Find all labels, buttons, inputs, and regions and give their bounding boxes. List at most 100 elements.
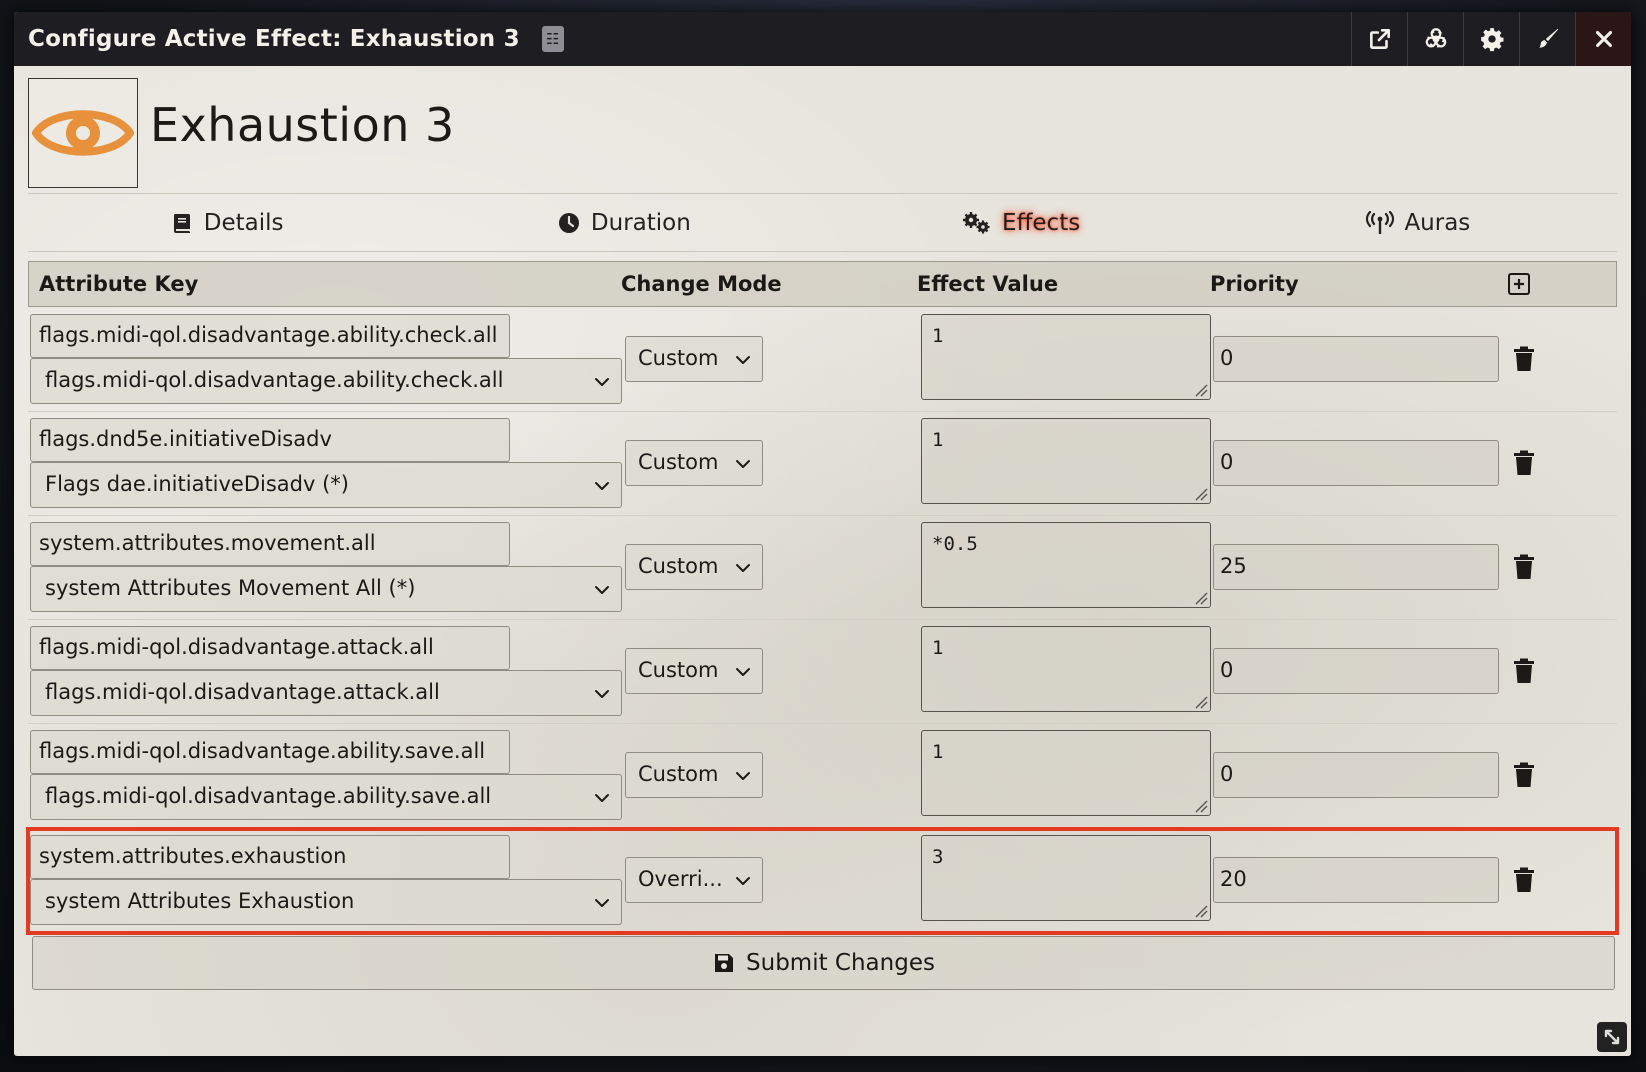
change-mode-select[interactable]: Custom	[625, 440, 763, 486]
change-mode-value: Custom	[638, 554, 719, 578]
chevron-down-icon	[595, 690, 609, 698]
attribute-key-select[interactable]: flags.midi-qol.disadvantage.attack.all	[30, 670, 622, 716]
table-row: system.attributes.exhaustion system Attri…	[26, 827, 1619, 935]
effect-name[interactable]: Exhaustion 3	[150, 98, 455, 152]
priority-input[interactable]: 25	[1213, 544, 1499, 590]
eye-icon[interactable]	[28, 78, 138, 188]
chevron-down-icon	[595, 899, 609, 907]
close-icon[interactable]	[1575, 12, 1631, 66]
attribute-key-select-value: flags.midi-qol.disadvantage.attack.all	[45, 680, 440, 704]
changes-table-header: Attribute Key Change Mode Effect Value P…	[28, 261, 1617, 307]
change-mode-select[interactable]: Overri...	[625, 857, 763, 903]
biohazard-icon[interactable]	[1407, 12, 1463, 66]
priority-input[interactable]: 0	[1213, 648, 1499, 694]
textarea-resize-icon[interactable]	[1194, 695, 1208, 709]
attribute-key-input[interactable]: flags.midi-qol.disadvantage.attack.all	[30, 626, 510, 670]
effect-value-textarea[interactable]: *0.5	[921, 522, 1211, 608]
attribute-key-select[interactable]: flags.midi-qol.disadvantage.ability.chec…	[30, 358, 622, 404]
window-titlebar[interactable]: Configure Active Effect: Exhaustion 3 ☷	[14, 12, 1631, 66]
header-priority: Priority	[1210, 272, 1299, 296]
priority-input[interactable]: 0	[1213, 752, 1499, 798]
submit-label: Submit Changes	[746, 950, 935, 976]
attribute-key-select-value: system Attributes Movement All (*)	[45, 576, 416, 600]
effect-value-textarea[interactable]: 1	[921, 314, 1211, 400]
attribute-key-select[interactable]: Flags dae.initiativeDisadv (*)	[30, 462, 622, 508]
attribute-key-input[interactable]: system.attributes.movement.all	[30, 522, 510, 566]
attribute-key-select[interactable]: system Attributes Exhaustion	[30, 879, 622, 925]
table-row: system.attributes.movement.all system Att…	[28, 516, 1617, 620]
header-change-mode: Change Mode	[621, 272, 782, 296]
effect-value-textarea[interactable]: 1	[921, 418, 1211, 504]
tab-details[interactable]: Details	[28, 194, 425, 251]
attribute-key-input[interactable]: flags.midi-qol.disadvantage.ability.chec…	[30, 314, 510, 358]
tab-auras[interactable]: Auras	[1220, 194, 1617, 251]
change-mode-select[interactable]: Custom	[625, 752, 763, 798]
document-id-icon[interactable]: ☷	[541, 26, 564, 52]
tab-label: Auras	[1404, 209, 1471, 236]
tab-label: Duration	[590, 209, 691, 236]
trash-icon[interactable]	[1512, 346, 1536, 372]
change-mode-value: Custom	[638, 346, 719, 370]
priority-input[interactable]: 0	[1213, 336, 1499, 382]
effect-value-textarea[interactable]: 1	[921, 730, 1211, 816]
clock-icon	[558, 212, 579, 233]
change-mode-value: Custom	[638, 762, 719, 786]
attribute-key-select-value: flags.midi-qol.disadvantage.ability.chec…	[45, 368, 504, 392]
active-effect-config-window: Configure Active Effect: Exhaustion 3 ☷	[14, 12, 1631, 1056]
external-link-icon[interactable]	[1351, 12, 1407, 66]
change-mode-value: Custom	[638, 658, 719, 682]
attribute-key-input[interactable]: flags.dnd5e.initiativeDisadv	[30, 418, 510, 462]
change-mode-select[interactable]: Custom	[625, 336, 763, 382]
trash-icon[interactable]	[1512, 867, 1536, 893]
window-title: Configure Active Effect: Exhaustion 3	[28, 26, 520, 52]
effect-header: Exhaustion 3	[28, 78, 1617, 194]
change-mode-value: Overri...	[638, 867, 723, 891]
table-row: flags.dnd5e.initiativeDisadv Flags dae.in…	[28, 412, 1617, 516]
attribute-key-select-value: Flags dae.initiativeDisadv (*)	[45, 472, 349, 496]
header-attribute-key: Attribute Key	[39, 272, 199, 296]
textarea-resize-icon[interactable]	[1194, 904, 1208, 918]
book-icon	[173, 213, 190, 233]
textarea-resize-icon[interactable]	[1194, 487, 1208, 501]
tab-duration[interactable]: Duration	[425, 194, 822, 251]
textarea-resize-icon[interactable]	[1194, 799, 1208, 813]
attribute-key-select-value: flags.midi-qol.disadvantage.ability.save…	[45, 784, 492, 808]
tab-effects[interactable]: Effects	[823, 194, 1220, 251]
chevron-down-icon	[595, 586, 609, 594]
trash-icon[interactable]	[1512, 450, 1536, 476]
textarea-resize-icon[interactable]	[1194, 383, 1208, 397]
attribute-key-select-value: system Attributes Exhaustion	[45, 889, 355, 913]
effect-value-textarea[interactable]: 3	[921, 835, 1211, 921]
table-row: flags.midi-qol.disadvantage.ability.save…	[28, 724, 1617, 828]
attribute-key-select[interactable]: flags.midi-qol.disadvantage.ability.save…	[30, 774, 622, 820]
attribute-key-input[interactable]: system.attributes.exhaustion	[30, 835, 510, 879]
cogs-icon	[963, 211, 990, 233]
effect-value-textarea[interactable]: 1	[921, 626, 1211, 712]
attribute-key-input[interactable]: flags.midi-qol.disadvantage.ability.save…	[30, 730, 510, 774]
trash-icon[interactable]	[1512, 658, 1536, 684]
add-change-icon[interactable]	[1507, 272, 1531, 296]
window-resize-handle[interactable]	[1597, 1022, 1627, 1052]
priority-input[interactable]: 0	[1213, 440, 1499, 486]
submit-changes-button[interactable]: Submit Changes	[32, 936, 1615, 990]
textarea-resize-icon[interactable]	[1194, 591, 1208, 605]
trash-icon[interactable]	[1512, 762, 1536, 788]
gear-icon[interactable]	[1463, 12, 1519, 66]
chevron-down-icon	[736, 668, 750, 676]
trash-icon[interactable]	[1512, 554, 1536, 580]
change-mode-select[interactable]: Custom	[625, 544, 763, 590]
tab-bar: Details Duration Effects Auras	[28, 194, 1617, 252]
table-row: flags.midi-qol.disadvantage.attack.all fl…	[28, 620, 1617, 724]
chevron-down-icon	[595, 482, 609, 490]
chevron-down-icon	[595, 378, 609, 386]
effect-value-text: 1	[932, 637, 944, 659]
effect-value-text: 1	[932, 325, 944, 347]
attribute-key-select[interactable]: system Attributes Movement All (*)	[30, 566, 622, 612]
priority-input[interactable]: 20	[1213, 857, 1499, 903]
chevron-down-icon	[736, 564, 750, 572]
header-effect-value: Effect Value	[917, 272, 1059, 296]
save-icon	[715, 954, 734, 972]
brush-icon[interactable]	[1519, 12, 1575, 66]
effect-value-text: 1	[932, 429, 944, 451]
change-mode-select[interactable]: Custom	[625, 648, 763, 694]
